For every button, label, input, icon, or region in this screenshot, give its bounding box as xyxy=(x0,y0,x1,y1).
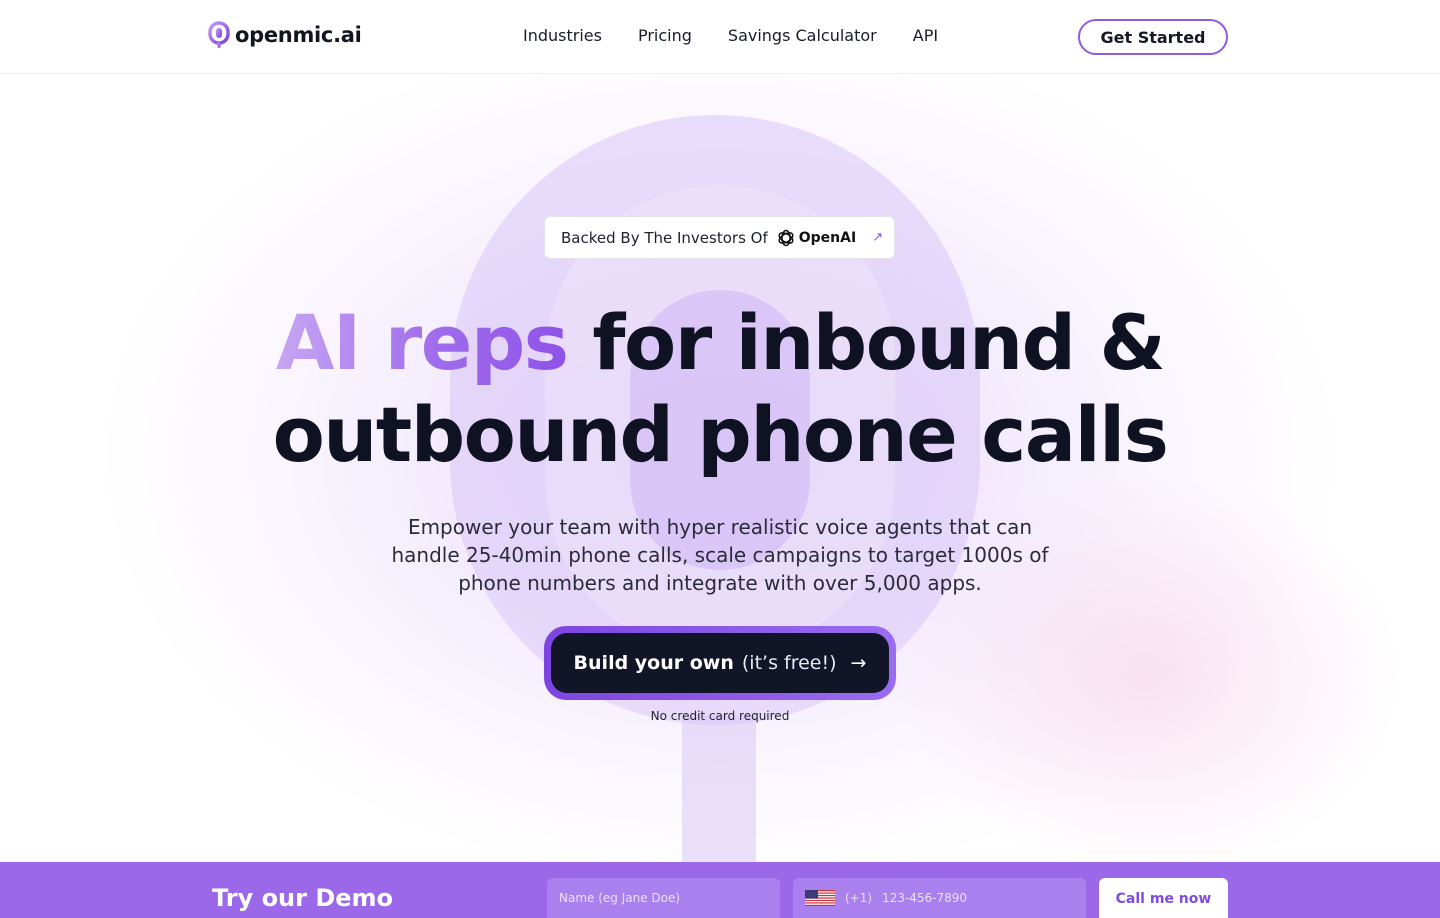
nav-link-savings-calculator[interactable]: Savings Calculator xyxy=(728,26,877,45)
top-nav: openmic.ai Industries Pricing Savings Ca… xyxy=(0,0,1440,74)
nav-link-industries[interactable]: Industries xyxy=(523,26,602,45)
call-me-now-button[interactable]: Call me now xyxy=(1099,878,1228,918)
nav-link-api[interactable]: API xyxy=(913,26,938,45)
name-input[interactable] xyxy=(547,878,780,918)
logo-text: openmic.ai xyxy=(235,23,362,47)
badge-text: Backed By The Investors Of xyxy=(561,228,768,247)
logo-link[interactable]: openmic.ai xyxy=(208,21,362,49)
cta-strong-label: Build your own xyxy=(573,652,734,674)
demo-title: Try our Demo xyxy=(212,884,394,912)
badge-brand: OpenAI xyxy=(798,229,857,246)
cta-note: No credit card required xyxy=(650,709,790,723)
us-flag-icon[interactable] xyxy=(805,890,835,906)
headline-line2: outbound phone calls xyxy=(272,390,1169,479)
main-nav: Industries Pricing Savings Calculator AP… xyxy=(523,26,938,45)
hero-section: Backed By The Investors Of OpenAI ↗ AI r… xyxy=(0,75,1440,862)
investors-badge[interactable]: Backed By The Investors Of OpenAI ↗ xyxy=(544,216,895,259)
arrow-up-right-icon: ↗ xyxy=(872,230,884,245)
hero-subtext: Empower your team with hyper realistic v… xyxy=(391,515,1049,595)
microphone-logo-icon xyxy=(208,21,230,48)
cta-light-label: (it’s free!) xyxy=(741,652,837,674)
headline-line1: for inbound & xyxy=(592,298,1165,387)
phone-input[interactable] xyxy=(882,891,1063,905)
demo-bar: Try our Demo (+1) Call me now xyxy=(0,862,1440,918)
phone-field[interactable]: (+1) xyxy=(793,878,1086,918)
hero-headline: AI reps for inbound & outbound phone cal… xyxy=(0,297,1440,481)
nav-link-pricing[interactable]: Pricing xyxy=(638,26,692,45)
build-your-own-button[interactable]: Build your own (it’s free!) → xyxy=(551,633,889,693)
country-code: (+1) xyxy=(845,891,873,905)
openai-logo-icon xyxy=(778,229,794,246)
headline-accent: AI reps xyxy=(275,298,569,387)
get-started-button[interactable]: Get Started xyxy=(1078,19,1228,55)
arrow-right-icon: → xyxy=(850,652,867,674)
